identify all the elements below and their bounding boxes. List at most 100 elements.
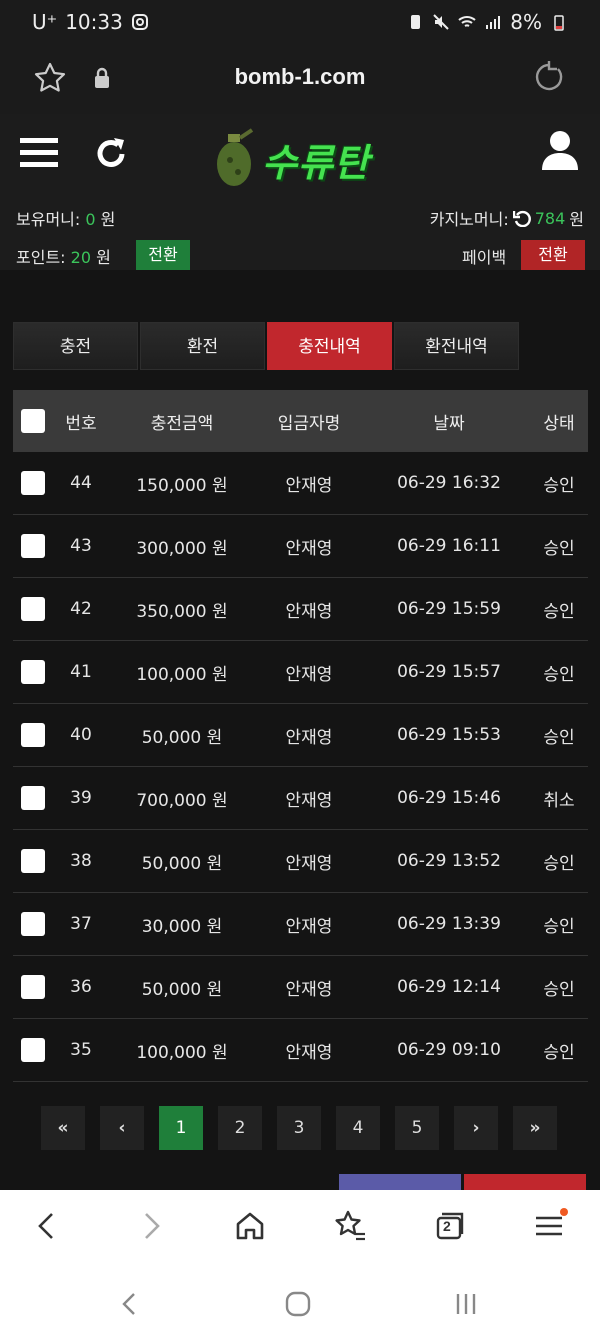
table-row[interactable]: 39 700,000 원 안재영 06-29 15:46 취소 — [13, 767, 588, 830]
last-page-button[interactable]: » — [513, 1106, 557, 1150]
row-checkbox[interactable] — [21, 1038, 45, 1062]
row-checkbox[interactable] — [21, 471, 45, 495]
forward-icon[interactable] — [132, 1208, 168, 1244]
row-num: 44 — [70, 473, 92, 493]
row-amount: 50,000 원 — [141, 979, 223, 1000]
page-button[interactable]: 2 — [218, 1106, 262, 1150]
casino-refresh-icon[interactable] — [512, 209, 531, 227]
table-row[interactable]: 35 100,000 원 안재영 06-29 09:10 승인 — [13, 1019, 588, 1082]
pagination: « ‹ 1 2 3 4 5 › » — [41, 1106, 557, 1150]
reload-page-icon[interactable] — [532, 60, 566, 94]
table-row[interactable]: 43 300,000 원 안재영 06-29 16:11 승인 — [13, 515, 588, 578]
row-checkbox[interactable] — [21, 723, 45, 747]
table-body: 44 150,000 원 안재영 06-29 16:32 승인 43 300,000 원 안재… — [13, 452, 588, 1082]
holding-money-label: 보유머니: — [16, 210, 81, 229]
row-status: 승인 — [543, 916, 575, 937]
menu-icon[interactable] — [532, 1208, 568, 1244]
home-icon[interactable] — [232, 1208, 268, 1244]
row-status: 취소 — [543, 790, 575, 811]
row-checkbox[interactable] — [21, 849, 45, 873]
browser-toolbar: 2 — [0, 1190, 600, 1270]
row-depositor-name: 안재영 — [285, 979, 333, 1000]
point-row: 포인트: 20 원 전환 페이백 전환 — [0, 240, 600, 270]
tab-withdraw[interactable]: 환전 — [140, 322, 265, 370]
row-checkbox[interactable] — [21, 786, 45, 810]
tab-deposit-history[interactable]: 충전내역 — [267, 322, 392, 370]
user-icon[interactable] — [540, 130, 580, 170]
battery-percent: 8% — [510, 10, 542, 34]
system-nav-bar — [0, 1270, 600, 1337]
row-checkbox[interactable] — [21, 975, 45, 999]
row-checkbox[interactable] — [21, 912, 45, 936]
battery-saver-icon — [411, 15, 421, 29]
row-amount: 100,000 원 — [136, 664, 228, 685]
row-status: 승인 — [543, 601, 575, 622]
row-date: 06-29 13:52 — [397, 851, 501, 871]
point-convert-button[interactable]: 전환 — [136, 240, 190, 270]
next-page-button[interactable]: › — [454, 1106, 498, 1150]
table-row[interactable]: 36 50,000 원 안재영 06-29 12:14 승인 — [13, 956, 588, 1019]
mute-icon — [433, 14, 449, 30]
battery-icon — [554, 15, 564, 31]
row-depositor-name: 안재영 — [285, 475, 333, 496]
page-button[interactable]: 4 — [336, 1106, 380, 1150]
refresh-icon[interactable] — [92, 134, 130, 172]
bottom-action-buttons — [0, 1174, 600, 1190]
header-name: 입금자명 — [277, 413, 341, 434]
page-button[interactable]: 5 — [395, 1106, 439, 1150]
row-checkbox[interactable] — [21, 534, 45, 558]
table-row[interactable]: 37 30,000 원 안재영 06-29 13:39 승인 — [13, 893, 588, 956]
prev-page-button[interactable]: ‹ — [100, 1106, 144, 1150]
row-depositor-name: 안재영 — [285, 601, 333, 622]
back-icon[interactable] — [30, 1208, 66, 1244]
page-button[interactable]: 1 — [159, 1106, 203, 1150]
row-amount: 700,000 원 — [136, 790, 228, 811]
casino-money: 카지노머니: 784 원 — [430, 206, 584, 230]
row-amount: 50,000 원 — [141, 727, 223, 748]
casino-money-value: 784 — [534, 208, 566, 228]
signal-icon — [486, 16, 501, 29]
url-text[interactable]: bomb-1.com — [0, 64, 600, 90]
nav-recents-icon[interactable] — [452, 1290, 480, 1318]
table-row[interactable]: 40 50,000 원 안재영 06-29 15:53 승인 — [13, 704, 588, 767]
browser-url-bar: bomb-1.com — [0, 44, 600, 114]
row-date: 06-29 16:11 — [397, 536, 501, 556]
row-amount: 300,000 원 — [136, 538, 228, 559]
point-value: 20 — [70, 248, 92, 267]
tab-withdraw-history[interactable]: 환전내역 — [394, 322, 519, 370]
point-label: 포인트: — [16, 248, 66, 267]
table-row[interactable]: 42 350,000 원 안재영 06-29 15:59 승인 — [13, 578, 588, 641]
first-page-button[interactable]: « — [41, 1106, 85, 1150]
wifi-icon — [458, 16, 476, 27]
row-date: 06-29 15:57 — [397, 662, 501, 682]
row-amount: 100,000 원 — [136, 1042, 228, 1063]
row-num: 41 — [70, 662, 92, 682]
money-row: 보유머니: 0 원 카지노머니: 784 원 — [0, 206, 600, 230]
table-row[interactable]: 38 50,000 원 안재영 06-29 13:52 승인 — [13, 830, 588, 893]
table-row[interactable]: 41 100,000 원 안재영 06-29 15:57 승인 — [13, 641, 588, 704]
table-row[interactable]: 44 150,000 원 안재영 06-29 16:32 승인 — [13, 452, 588, 515]
action-button-blue[interactable] — [339, 1174, 461, 1190]
nav-back-icon[interactable] — [116, 1290, 144, 1318]
hamburger-menu-icon[interactable] — [20, 136, 58, 170]
site-header: 수류탄 보유머니: 0 원 카지노머니: 784 원 포인트: 20 원 전환 … — [0, 114, 600, 270]
page-button[interactable]: 3 — [277, 1106, 321, 1150]
row-status: 승인 — [543, 475, 575, 496]
row-status: 승인 — [543, 853, 575, 874]
row-checkbox[interactable] — [21, 597, 45, 621]
holding-money-value: 0 — [85, 210, 96, 229]
row-date: 06-29 09:10 — [397, 1040, 501, 1060]
bookmarks-icon[interactable] — [332, 1208, 368, 1244]
row-date: 06-29 15:59 — [397, 599, 501, 619]
row-depositor-name: 안재영 — [285, 790, 333, 811]
tab-deposit[interactable]: 충전 — [13, 322, 138, 370]
row-checkbox[interactable] — [21, 660, 45, 684]
points: 포인트: 20 원 — [16, 244, 111, 268]
action-button-red[interactable] — [464, 1174, 586, 1190]
header-amount: 충전금액 — [150, 413, 214, 434]
tabs-icon[interactable]: 2 — [432, 1208, 468, 1244]
row-status: 승인 — [543, 979, 575, 1000]
payback-convert-button[interactable]: 전환 — [521, 240, 585, 270]
nav-home-icon[interactable] — [284, 1290, 312, 1318]
select-all-checkbox[interactable] — [21, 409, 45, 433]
